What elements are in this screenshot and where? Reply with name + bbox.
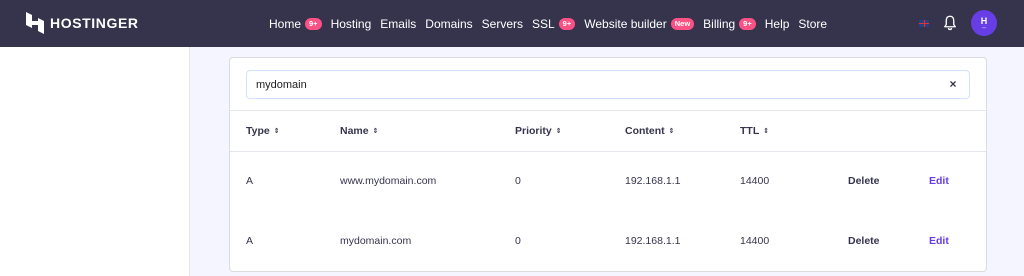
column-header-content[interactable]: Content ⇕	[625, 125, 675, 137]
sort-icon: ⇕	[273, 127, 280, 135]
avatar-decoration: ━━	[982, 25, 986, 30]
sort-icon: ⇕	[372, 127, 379, 135]
delete-button[interactable]: Delete	[848, 175, 880, 187]
nav-item-help[interactable]: Help	[765, 17, 790, 31]
hostinger-logo[interactable]: HOSTINGER	[26, 12, 139, 34]
column-label: Priority	[515, 125, 552, 137]
notification-badge: 9+	[558, 17, 576, 30]
nav-label: Billing	[703, 16, 736, 31]
delete-button[interactable]: Delete	[848, 235, 880, 247]
brand-name: HOSTINGER	[50, 15, 139, 31]
column-label: TTL	[740, 125, 760, 137]
column-header-type[interactable]: Type ⇕	[246, 125, 280, 137]
column-header-ttl[interactable]: TTL ⇕	[740, 125, 769, 137]
dns-records-card: mydomain × Type ⇕ Name ⇕ Priority ⇕ Content…	[229, 57, 987, 272]
nav-item-home[interactable]: Home 9+	[269, 17, 322, 31]
nav-item-hosting[interactable]: Hosting	[331, 17, 372, 31]
column-header-priority[interactable]: Priority ⇕	[515, 125, 562, 137]
column-label: Content	[625, 125, 665, 137]
close-icon[interactable]: ×	[947, 78, 959, 90]
column-label: Name	[340, 125, 369, 137]
cell-priority: 0	[515, 235, 521, 247]
sort-icon: ⇕	[763, 127, 770, 135]
nav-label: Help	[764, 16, 790, 31]
new-badge: New	[670, 17, 695, 30]
nav-label: Home	[269, 16, 302, 31]
nav-label: Store	[798, 16, 828, 31]
cell-content: 192.168.1.1	[625, 235, 681, 247]
column-label: Type	[246, 125, 270, 137]
nav-item-ssl[interactable]: SSL 9+	[531, 16, 576, 31]
nav-label: Hosting	[330, 16, 372, 31]
sidebar	[0, 47, 190, 276]
nav-label: Domains	[425, 16, 473, 31]
notification-badge: 9+	[739, 17, 756, 30]
divider	[230, 151, 986, 152]
nav-item-servers[interactable]: Servers	[482, 17, 523, 31]
cell-ttl: 14400	[740, 175, 770, 187]
uk-flag-icon[interactable]	[919, 19, 929, 27]
edit-button[interactable]: Edit	[929, 235, 949, 247]
edit-button[interactable]: Edit	[929, 175, 949, 187]
main-nav: Home 9+ Hosting Emails Domains Servers SS…	[269, 0, 827, 47]
nav-item-emails[interactable]: Emails	[380, 17, 416, 31]
sort-icon: ⇕	[555, 127, 562, 135]
cell-content: 192.168.1.1	[625, 175, 681, 187]
header-actions: H ━━	[919, 10, 997, 36]
top-navigation-bar: HOSTINGER Home 9+ Hosting Emails Domains …	[0, 0, 1024, 47]
avatar[interactable]: H ━━	[971, 10, 997, 36]
cell-type: A	[246, 175, 254, 187]
sort-icon: ⇕	[668, 127, 675, 135]
cell-type: A	[246, 235, 254, 247]
nav-item-domains[interactable]: Domains	[425, 17, 472, 31]
nav-item-website-builder[interactable]: Website builder New	[584, 16, 695, 31]
notification-badge: 9+	[305, 17, 322, 30]
nav-item-billing[interactable]: Billing 9+	[703, 17, 756, 31]
hostinger-logo-icon	[26, 12, 44, 34]
cell-priority: 0	[515, 175, 521, 187]
cell-name: www.mydomain.com	[340, 175, 437, 187]
divider	[230, 110, 986, 111]
nav-label: Emails	[380, 16, 417, 31]
avatar-letter: H	[980, 15, 988, 26]
nav-label: Website builder	[584, 16, 667, 31]
search-input-value: mydomain	[256, 78, 307, 91]
nav-item-store[interactable]: Store	[798, 17, 827, 31]
nav-label: SSL	[531, 16, 555, 31]
cell-ttl: 14400	[740, 235, 770, 247]
bell-icon[interactable]	[941, 14, 959, 32]
nav-label: Servers	[481, 16, 523, 31]
search-input[interactable]: mydomain ×	[246, 70, 970, 99]
column-header-name[interactable]: Name ⇕	[340, 125, 378, 137]
cell-name: mydomain.com	[340, 235, 412, 247]
